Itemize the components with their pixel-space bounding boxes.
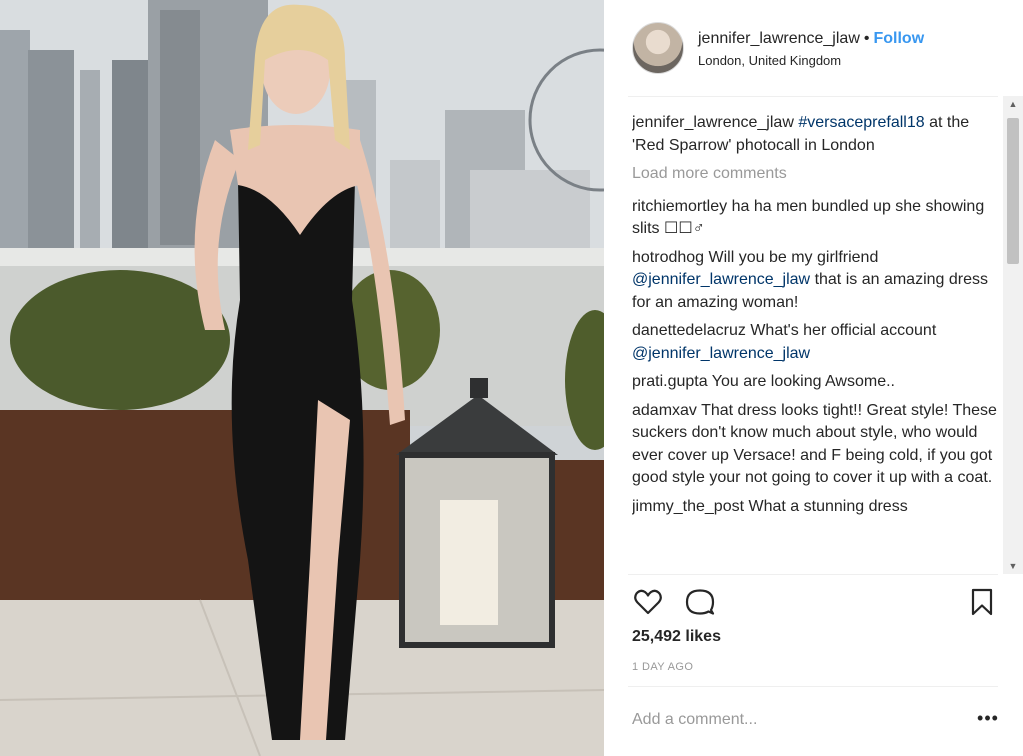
comment-text: Will you be my girlfriend (708, 248, 879, 266)
add-comment-input[interactable] (632, 708, 952, 732)
list-item: jimmy_the_post What a stunning dress (632, 496, 997, 519)
post-side-panel: jennifer_lawrence_jlaw • Follow London, Un… (604, 0, 1023, 756)
comments-list: jennifer_lawrence_jlaw #versaceprefall18… (632, 112, 997, 572)
scroll-thumb[interactable] (1007, 118, 1019, 264)
instagram-post: jennifer_lawrence_jlaw • Follow London, Un… (0, 0, 1023, 756)
comment-text: You are looking Awsome.. (711, 373, 895, 390)
comment-username[interactable]: danettedelacruz (632, 322, 746, 339)
comment-username[interactable]: jimmy_the_post (632, 498, 744, 515)
comment-username[interactable]: prati.gupta (632, 373, 708, 390)
post-photo-illustration (0, 0, 604, 756)
username-link[interactable]: jennifer_lawrence_jlaw (698, 30, 860, 47)
comment-text: What's her official account (750, 322, 937, 339)
comment-username[interactable]: adamxav (632, 402, 697, 419)
caption-username[interactable]: jennifer_lawrence_jlaw (632, 114, 794, 131)
heart-icon[interactable] (632, 586, 664, 618)
list-item: prati.gupta You are looking Awsome.. (632, 371, 997, 394)
likes-count[interactable]: 25,492 likes (632, 628, 721, 646)
load-more-comments-button[interactable]: Load more comments (632, 163, 997, 186)
comments-scrollbar[interactable]: ▲ ▼ (1003, 96, 1023, 574)
more-options-button[interactable]: ••• (974, 708, 1002, 732)
bookmark-icon-graphic (971, 588, 993, 616)
list-item: ritchiemortley ha ha men bundled up she … (632, 196, 997, 241)
bookmark-icon[interactable] (966, 586, 998, 618)
comment-username[interactable]: hotrodhog (632, 249, 704, 266)
header-divider (628, 96, 998, 97)
comment-box-divider (628, 686, 998, 687)
scroll-down-arrow-icon[interactable]: ▼ (1003, 558, 1023, 574)
header-line: jennifer_lawrence_jlaw • Follow (698, 29, 924, 49)
mention-link[interactable]: @jennifer_lawrence_jlaw (632, 345, 810, 362)
comment-bubble-icon-graphic (685, 589, 715, 615)
action-bar (632, 586, 997, 620)
list-item: adamxav That dress looks tight!! Great s… (632, 400, 997, 490)
post-photo[interactable] (0, 0, 604, 756)
location-link[interactable]: London, United Kingdom (698, 53, 924, 68)
list-item: danettedelacruz What's her official acco… (632, 320, 997, 365)
comment-bubble-icon[interactable] (684, 586, 716, 618)
caption: jennifer_lawrence_jlaw #versaceprefall18… (632, 112, 997, 157)
separator-dot: • (863, 29, 870, 47)
list-item: hotrodhog Will you be my girlfriend @jen… (632, 247, 997, 315)
header-text: jennifer_lawrence_jlaw • Follow London, Un… (698, 29, 924, 68)
follow-button[interactable]: Follow (873, 30, 924, 47)
post-header: jennifer_lawrence_jlaw • Follow London, Un… (604, 0, 1023, 96)
actions-divider (628, 574, 998, 575)
avatar[interactable] (632, 22, 684, 74)
hashtag-link[interactable]: #versaceprefall18 (798, 114, 924, 131)
comment-username[interactable]: ritchiemortley (632, 198, 727, 215)
comment-text: What a stunning dress (748, 497, 908, 515)
heart-icon-graphic (634, 589, 662, 615)
scroll-up-arrow-icon[interactable]: ▲ (1003, 96, 1023, 112)
mention-link[interactable]: @jennifer_lawrence_jlaw (632, 271, 810, 288)
post-timestamp[interactable]: 1 DAY AGO (632, 661, 693, 673)
